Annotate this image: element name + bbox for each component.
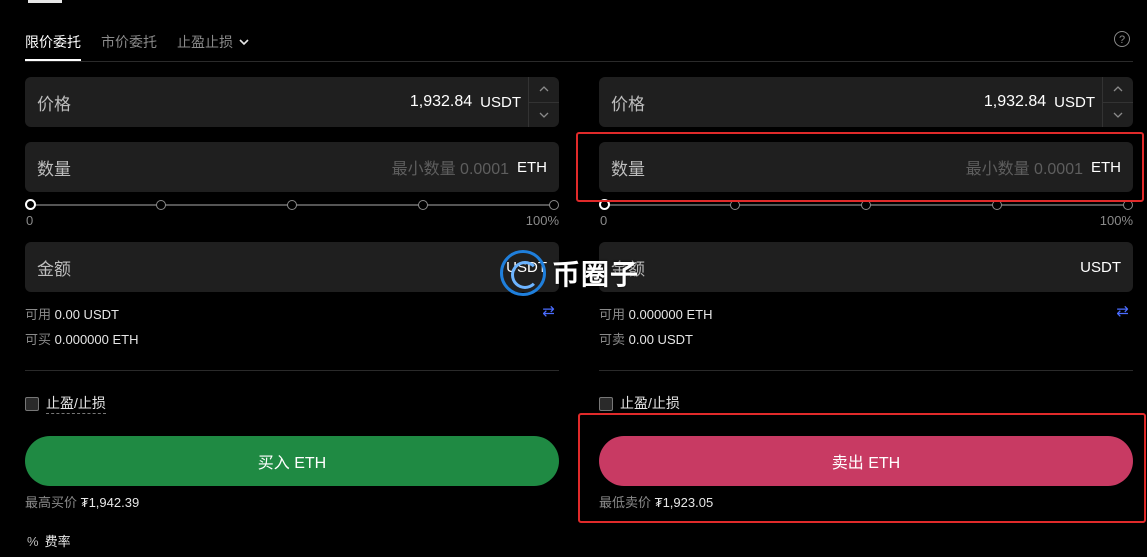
sell-amount-label: 金额 [611, 259, 645, 279]
help-icon[interactable]: ? [1114, 31, 1130, 47]
sell-slider-stop-25[interactable] [730, 200, 740, 210]
buy-amount-field[interactable]: 金额 USDT [25, 242, 559, 292]
buy-quantity-unit: ETH [517, 158, 547, 176]
sell-slider-max: 100% [1099, 213, 1133, 228]
sell-form: 价格 1,932.84 USDT 数量 最小数量 0.0001 ETH 0 10… [599, 77, 1133, 511]
sell-slider-min: 0 [600, 213, 608, 228]
sell-available-label: 可用 [599, 307, 626, 322]
sell-quantity-field[interactable]: 数量 最小数量 0.0001 ETH [599, 142, 1133, 192]
buy-price-unit: USDT [480, 93, 521, 111]
buy-availability: 可用 0.00 USDT 可买 0.000000 ETH ⇄ [25, 302, 559, 352]
buy-quantity-slider[interactable] [25, 199, 559, 211]
sell-slider-handle[interactable] [599, 199, 610, 210]
buy-slider-min: 0 [26, 213, 34, 228]
tabs-divider [25, 61, 1133, 62]
buy-best-price: 最高买价 ₮1,942.39 [25, 492, 559, 511]
sell-price-label: 价格 [611, 94, 645, 114]
buy-tpsl-checkbox[interactable] [25, 396, 39, 411]
buy-quantity-placeholder: 最小数量 0.0001 [391, 161, 509, 178]
order-type-tabs: 限价委托 市价委托 止盈止损 [25, 24, 249, 62]
buy-amount-unit: USDT [506, 258, 547, 276]
buy-slider-stop-75[interactable] [418, 200, 428, 210]
sell-best-price-label: 最低卖价 [599, 495, 652, 510]
sell-amount-unit: USDT [1080, 258, 1121, 276]
sell-quantity-unit: ETH [1091, 158, 1121, 176]
buy-quantity-field[interactable]: 数量 最小数量 0.0001 ETH [25, 142, 559, 192]
buy-available-label: 可用 [25, 307, 52, 322]
sell-price-unit: USDT [1054, 93, 1095, 111]
sell-quantity-slider[interactable] [599, 199, 1133, 211]
transfer-icon[interactable]: ⇄ [1116, 302, 1129, 320]
transfer-icon[interactable]: ⇄ [542, 302, 555, 320]
sell-max-sell-value: 0.00 USDT [628, 332, 693, 347]
sell-quantity-placeholder: 最小数量 0.0001 [965, 161, 1083, 178]
sell-availability: 可用 0.000000 ETH 可卖 0.00 USDT ⇄ [599, 302, 1133, 352]
buy-slider-max: 100% [525, 213, 559, 228]
sell-available-value: 0.000000 ETH [628, 307, 713, 322]
buy-price-label: 价格 [37, 94, 71, 114]
sell-price-increment-icon[interactable] [1103, 77, 1133, 103]
sell-slider-stop-75[interactable] [992, 200, 1002, 210]
buy-max-buy-value: 0.000000 ETH [54, 332, 139, 347]
buy-price-field[interactable]: 价格 1,932.84 USDT [25, 77, 559, 127]
fee-rate[interactable]: % 费率 [27, 531, 71, 550]
sell-slider-labels: 0 100% [599, 213, 1133, 233]
buy-quantity-label: 数量 [37, 159, 71, 179]
buy-slider-stop-100[interactable] [549, 200, 559, 210]
buy-eth-button[interactable]: 买入 ETH [25, 436, 559, 486]
buy-slider-stop-50[interactable] [287, 200, 297, 210]
buy-tpsl-label: 止盈/止损 [46, 393, 106, 414]
sell-quantity-label: 数量 [611, 159, 645, 179]
buy-available-value: 0.00 USDT [54, 307, 119, 322]
sell-tpsl-toggle[interactable]: 止盈/止损 [599, 393, 1133, 414]
sell-best-price: 最低卖价 ₮1,923.05 [599, 492, 1133, 511]
buy-tpsl-toggle[interactable]: 止盈/止损 [25, 393, 559, 414]
tab-limit-order[interactable]: 限价委托 [25, 24, 81, 61]
top-accent-bar [28, 0, 62, 3]
buy-best-price-label: 最高买价 [25, 495, 78, 510]
buy-price-stepper [528, 77, 559, 127]
buy-amount-label: 金额 [37, 259, 71, 279]
buy-price-decrement-icon[interactable] [529, 103, 559, 128]
sell-price-decrement-icon[interactable] [1103, 103, 1133, 128]
sell-tpsl-checkbox[interactable] [599, 396, 613, 411]
trade-panel: 限价委托 市价委托 止盈止损 ? 价格 1,932.84 USDT 数量 最小数… [0, 0, 1147, 557]
sell-max-sell-label: 可卖 [599, 332, 626, 347]
buy-slider-handle[interactable] [25, 199, 36, 210]
buy-form: 价格 1,932.84 USDT 数量 最小数量 0.0001 ETH 0 10… [25, 77, 559, 511]
sell-price-stepper [1102, 77, 1133, 127]
tab-market-order[interactable]: 市价委托 [101, 24, 157, 52]
buy-best-price-value: ₮1,942.39 [80, 495, 140, 510]
buy-price-increment-icon[interactable] [529, 77, 559, 103]
sell-tpsl-label: 止盈/止损 [620, 393, 680, 414]
sell-slider-stop-100[interactable] [1123, 200, 1133, 210]
fee-rate-label: 费率 [44, 534, 71, 549]
buy-slider-labels: 0 100% [25, 213, 559, 233]
buy-max-buy-label: 可买 [25, 332, 52, 347]
buy-section-divider [25, 370, 559, 371]
sell-price-value[interactable]: 1,932.84 [984, 93, 1046, 111]
tab-tp-sl[interactable]: 止盈止损 [177, 24, 249, 52]
sell-best-price-value: ₮1,923.05 [654, 495, 714, 510]
buy-price-value[interactable]: 1,932.84 [410, 93, 472, 111]
sell-amount-field[interactable]: 金额 USDT [599, 242, 1133, 292]
buy-slider-stop-25[interactable] [156, 200, 166, 210]
sell-eth-button[interactable]: 卖出 ETH [599, 436, 1133, 486]
percent-icon: % [27, 534, 39, 549]
sell-price-field[interactable]: 价格 1,932.84 USDT [599, 77, 1133, 127]
sell-section-divider [599, 370, 1133, 371]
sell-slider-stop-50[interactable] [861, 200, 871, 210]
chevron-down-icon [239, 33, 249, 49]
